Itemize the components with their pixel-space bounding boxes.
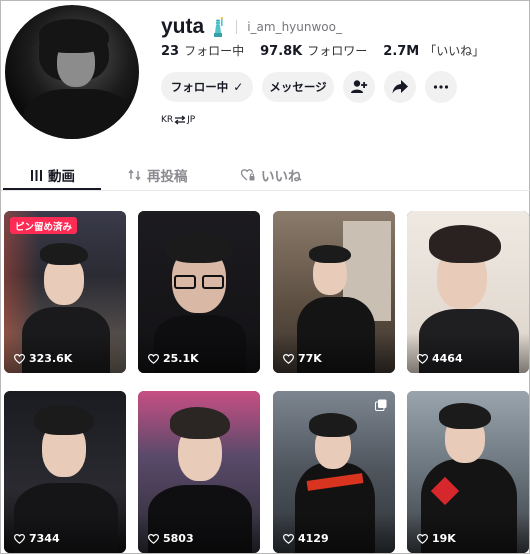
avatar[interactable] [5,5,139,139]
stat-label: フォロー中 [184,44,245,58]
profile-stats: 23 フォロー中 97.8K フォロワー 2.7M 「いいね」 [161,42,500,59]
region-from: KR [161,115,174,125]
stat-label: 「いいね」 [424,44,485,58]
video-card[interactable]: ピン留め済み 323.6K [4,211,126,373]
heart-lock-icon [241,169,255,181]
view-count: 4129 [298,532,329,545]
video-card[interactable]: 25.1K [138,211,260,373]
view-count: 7344 [29,532,60,545]
view-count: 323.6K [29,352,73,365]
view-count: 19K [432,532,456,545]
swap-arrows-icon [174,115,186,125]
tab-label: いいね [261,169,302,185]
tab-videos[interactable]: 動画 [31,159,75,191]
stat-label: フォロワー [307,44,368,58]
stat-value: 23 [161,44,180,59]
stat-value: 2.7M [383,44,420,59]
heart-icon [148,353,159,364]
name-separator [236,20,238,34]
tab-label: 動画 [48,169,75,185]
more-icon [433,85,449,89]
username-handle: i_am_hyunwoo_ [247,20,342,34]
repost-icon [128,169,141,181]
heart-icon [283,533,294,544]
video-card[interactable]: 19K [407,391,529,553]
heart-icon [417,353,428,364]
heart-icon [417,533,428,544]
profile-actions: フォロー中 ✓ メッセージ [161,71,466,103]
heart-icon [283,353,294,364]
video-card[interactable]: 77K [273,211,395,373]
add-friend-button[interactable] [343,71,375,103]
view-count: 5803 [163,532,194,545]
stat-likes: 2.7M 「いいね」 [383,42,484,59]
video-views: 7344 [14,532,60,545]
heart-icon [14,353,25,364]
following-button-label: フォロー中 [170,80,229,94]
tab-likes[interactable]: いいね [241,159,302,191]
video-views: 77K [283,352,322,365]
video-card[interactable]: 4129 [273,391,395,553]
video-views: 19K [417,532,456,545]
view-count: 25.1K [163,352,199,365]
display-name: yuta [161,15,205,38]
video-card[interactable]: 7344 [4,391,126,553]
video-views: 323.6K [14,352,72,365]
view-count: 77K [298,352,322,365]
share-button[interactable] [384,71,416,103]
statue-of-liberty-icon [214,17,224,37]
multi-photo-icon [375,399,387,411]
following-button[interactable]: フォロー中 ✓ [161,72,253,102]
content-tabs: 動画 再投稿 いいね [1,159,530,191]
video-views: 4464 [417,352,463,365]
stat-followers[interactable]: 97.8K フォロワー [260,42,367,59]
add-friend-icon [351,80,368,93]
tab-reposts[interactable]: 再投稿 [128,159,188,191]
stat-following[interactable]: 23 フォロー中 [161,42,244,59]
video-views: 25.1K [148,352,199,365]
stat-value: 97.8K [260,44,303,59]
profile-page: yuta i_am_hyunwoo_ 23 フォロー中 97.8K フォロワー … [0,0,530,554]
tab-label: 再投稿 [147,169,188,185]
region-to: JP [187,115,196,125]
heart-icon [14,533,25,544]
message-button-label: メッセージ [269,80,327,94]
share-icon [392,80,408,94]
message-button[interactable]: メッセージ [262,72,334,102]
active-tab-indicator [3,188,101,190]
heart-icon [148,533,159,544]
profile-name-row: yuta i_am_hyunwoo_ [161,15,342,39]
video-card[interactable]: 5803 [138,391,260,553]
video-views: 5803 [148,532,194,545]
pinned-badge: ピン留め済み [10,217,78,234]
check-icon: ✓ [233,80,244,94]
grid-icon [31,169,42,181]
video-card[interactable]: 4464 [407,211,529,373]
video-views: 4129 [283,532,329,545]
view-count: 4464 [432,352,463,365]
region-indicator: KR JP [161,115,195,125]
more-button[interactable] [425,71,457,103]
